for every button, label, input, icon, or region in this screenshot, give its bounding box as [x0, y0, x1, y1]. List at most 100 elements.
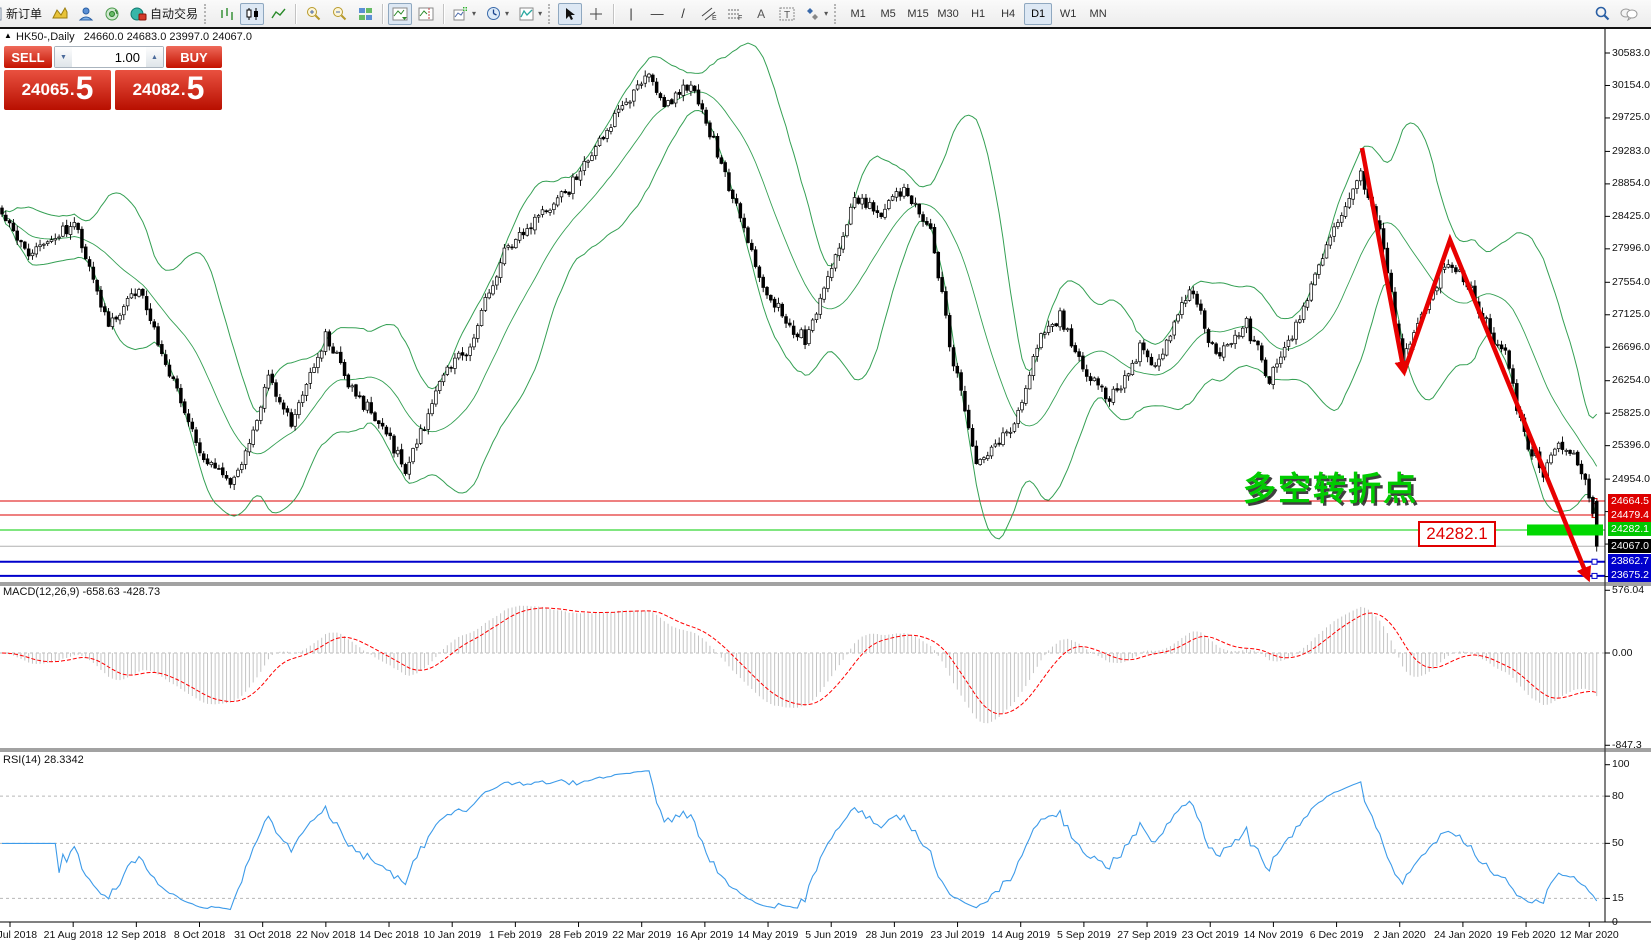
vertical-line-icon: | [629, 6, 632, 21]
chat-icon [1620, 7, 1638, 21]
tile-windows-icon [358, 7, 373, 21]
trendline-button[interactable]: / [671, 3, 695, 25]
timeframe-w1-button[interactable]: W1 [1054, 3, 1082, 25]
one-click-trading-panel: SELL ▼ 1.00 ▲ BUY 24065.5 24082.5 [4, 46, 222, 110]
horizontal-line-icon: — [651, 6, 664, 21]
candlestick-chart-button[interactable] [240, 3, 264, 25]
history-profile-icon [52, 7, 68, 20]
chart-shift-button[interactable] [414, 3, 438, 25]
horizontal-level-lines[interactable] [0, 499, 1605, 579]
equidistant-channel-button[interactable]: E [697, 3, 721, 25]
search-button[interactable] [1590, 3, 1614, 25]
cursor-icon [564, 7, 576, 21]
arrows-button[interactable]: ▾ [801, 3, 832, 25]
level-handle[interactable] [1592, 573, 1597, 578]
red-trend-arrows[interactable] [1362, 148, 1588, 578]
new-order-icon [0, 7, 3, 21]
buy-button[interactable]: BUY [166, 46, 222, 68]
market-watch-button[interactable] [74, 3, 98, 25]
timeframe-m30-button[interactable]: M30 [934, 3, 962, 25]
timeframe-h1-button[interactable]: H1 [964, 3, 992, 25]
svg-text:F: F [738, 15, 742, 21]
macd-signal-line [2, 608, 1597, 714]
new-order-button[interactable]: 新订单 [0, 3, 46, 25]
chevron-down-icon: ▾ [824, 9, 828, 18]
chart-title: HK50-,Daily 24660.0 24683.0 23997.0 2406… [16, 31, 252, 43]
volume-input[interactable]: 1.00 [72, 47, 146, 67]
text-label-button[interactable]: T [775, 3, 799, 25]
indicators-icon [453, 7, 468, 21]
arrows-icon [805, 7, 820, 21]
sell-price-main: 24065 [22, 80, 69, 100]
news-icon [105, 7, 120, 21]
timeframe-d1-button[interactable]: D1 [1024, 3, 1052, 25]
buy-price-button[interactable]: 24082.5 [115, 70, 222, 110]
chat-button[interactable] [1616, 3, 1642, 25]
text-icon: A [757, 7, 765, 21]
search-icon [1595, 6, 1610, 21]
macd-indicator-label: MACD(12,26,9) -658.63 -428.73 [3, 586, 160, 598]
vertical-line-button[interactable]: | [619, 3, 643, 25]
symbol-period-label: HK50-,Daily [16, 31, 75, 43]
news-button[interactable] [100, 3, 124, 25]
toolbar-separator [443, 4, 444, 24]
periods-button[interactable]: ▾ [482, 3, 513, 25]
templates-button[interactable]: ▾ [515, 3, 546, 25]
fibonacci-button[interactable]: F [723, 3, 747, 25]
toolbar-grip [204, 4, 210, 24]
auto-scroll-button[interactable] [388, 3, 412, 25]
ohlc-values: 24660.0 24683.0 23997.0 24067.0 [84, 31, 252, 43]
rsi-indicator-label: RSI(14) 28.3342 [3, 754, 84, 766]
tile-windows-button[interactable] [353, 3, 377, 25]
sell-price-fraction: 5 [76, 72, 94, 104]
main-toolbar: 新订单 自动交易 [0, 0, 1651, 29]
auto-trading-icon [130, 7, 147, 21]
auto-trading-button[interactable]: 自动交易 [126, 3, 202, 25]
fibonacci-icon: F [727, 7, 743, 21]
sell-price-dot: . [70, 80, 75, 100]
toolbar-separator [613, 4, 614, 24]
buy-price-main: 24082 [133, 80, 180, 100]
svg-text:T: T [784, 10, 790, 21]
periods-icon [486, 6, 501, 21]
sell-button[interactable]: SELL [4, 46, 52, 68]
history-button[interactable] [48, 3, 72, 25]
zoom-in-button[interactable] [301, 3, 325, 25]
equidistant-channel-icon: E [701, 7, 717, 21]
volume-increase-button[interactable]: ▲ [146, 47, 163, 67]
timeframe-m15-button[interactable]: M15 [904, 3, 932, 25]
timeframe-m1-button[interactable]: M1 [844, 3, 872, 25]
mt4-window: 新订单 自动交易 [0, 0, 1651, 951]
svg-text:E: E [712, 15, 717, 21]
chevron-down-icon: ▾ [505, 9, 509, 18]
line-chart-icon [271, 7, 286, 21]
rsi-line [2, 771, 1597, 910]
bar-chart-button[interactable] [214, 3, 238, 25]
indicators-button[interactable]: ▾ [449, 3, 480, 25]
timeframe-m5-button[interactable]: M5 [874, 3, 902, 25]
horizontal-line-button[interactable]: — [645, 3, 669, 25]
toolbar-separator [382, 4, 383, 24]
auto-scroll-icon [392, 7, 408, 21]
bar-chart-icon [219, 7, 234, 21]
buy-price-fraction: 5 [187, 72, 205, 104]
price-tag-annotation[interactable]: 24282.1 [1418, 521, 1496, 547]
line-chart-button[interactable] [266, 3, 290, 25]
crosshair-button[interactable] [584, 3, 608, 25]
level-handle[interactable] [1592, 559, 1597, 564]
new-order-label: 新订单 [6, 5, 42, 22]
timeframe-mn-button[interactable]: MN [1084, 3, 1112, 25]
toolbar-grip [548, 4, 554, 24]
candlestick-chart-icon [245, 7, 260, 21]
collapse-chart-icon[interactable]: ▲ [4, 31, 12, 40]
cursor-button[interactable] [558, 3, 582, 25]
market-watch-icon [78, 7, 94, 21]
zoom-out-button[interactable] [327, 3, 351, 25]
timeframe-h4-button[interactable]: H4 [994, 3, 1022, 25]
text-button[interactable]: A [749, 3, 773, 25]
volume-decrease-button[interactable]: ▼ [55, 47, 72, 67]
zoom-out-icon [332, 6, 347, 21]
turning-point-annotation[interactable]: 多空转折点 [1243, 462, 1418, 510]
sell-price-button[interactable]: 24065.5 [4, 70, 111, 110]
chevron-down-icon: ▾ [538, 9, 542, 18]
